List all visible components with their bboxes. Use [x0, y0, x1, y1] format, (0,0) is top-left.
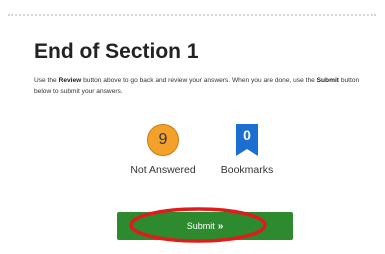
- bookmarks-stat: 0 Bookmarks: [212, 124, 282, 176]
- bookmarks-label: Bookmarks: [220, 164, 274, 176]
- not-answered-label: Not Answered: [130, 164, 196, 176]
- review-keyword: Review: [58, 77, 82, 84]
- top-divider: [8, 14, 376, 16]
- page-title: End of Section 1: [34, 40, 199, 63]
- submit-button[interactable]: Submit»: [117, 212, 293, 240]
- submit-button-label: Submit: [186, 221, 215, 231]
- submit-keyword: Submit: [316, 77, 339, 84]
- double-chevron-right-icon: »: [217, 221, 224, 232]
- not-answered-count-badge: 9: [147, 124, 179, 156]
- not-answered-stat: 9 Not Answered: [124, 124, 202, 176]
- instructions-text: Use the Review button above to go back a…: [34, 77, 360, 95]
- bookmark-icon: 0: [236, 124, 258, 156]
- bookmarks-count: 0: [243, 127, 251, 143]
- end-of-section-page: End of Section 1 Use the Review button a…: [0, 0, 385, 254]
